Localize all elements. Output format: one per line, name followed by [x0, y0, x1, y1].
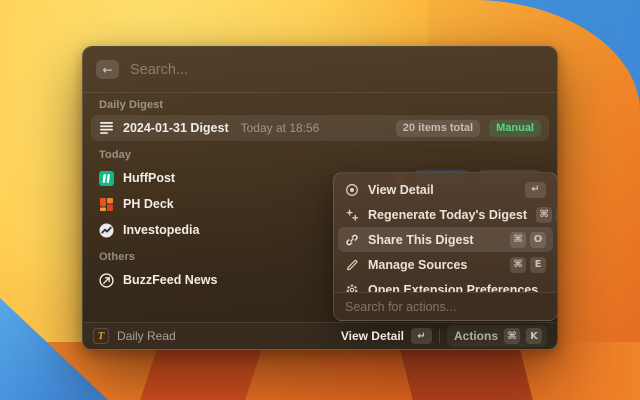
sparkle-plus-icon — [345, 208, 359, 222]
digest-timestamp: Today at 18:56 — [241, 121, 320, 135]
enter-key-badge: ↵ — [411, 328, 432, 344]
menu-item-label: Regenerate Today's Digest — [368, 208, 527, 222]
menu-item-open-preferences[interactable]: Open Extension Preferences — [338, 277, 553, 292]
daily-read-app-icon: T — [93, 328, 109, 344]
pencil-icon — [345, 258, 359, 272]
actions-panel: View Detail ↵ Regenerate Today's Digest … — [333, 172, 558, 321]
source-title: BuzzFeed News — [123, 273, 217, 287]
source-title: Investopedia — [123, 223, 199, 237]
gear-icon — [345, 283, 359, 293]
letter-key-badge: E — [530, 257, 546, 273]
menu-item-share-digest[interactable]: Share This Digest ⌘ O — [338, 227, 553, 252]
actions-label: Actions — [454, 329, 498, 343]
back-button[interactable]: ← — [96, 60, 119, 79]
digest-title: 2024-01-31 Digest — [123, 121, 229, 135]
actions-button[interactable]: Actions ⌘ K — [447, 325, 547, 347]
actions-search-input[interactable] — [345, 300, 546, 314]
section-header-today: Today — [91, 147, 549, 163]
phdeck-logo-icon — [99, 197, 114, 212]
app-name-label: Daily Read — [117, 329, 176, 343]
menu-item-label: Share This Digest — [368, 233, 501, 247]
digest-list-icon — [99, 121, 114, 136]
footer-divider — [439, 329, 440, 343]
menu-item-label: Manage Sources — [368, 258, 501, 272]
source-title: PH Deck — [123, 197, 174, 211]
cmd-key-badge: ⌘ — [510, 232, 526, 248]
section-header-daily-digest: Daily Digest — [91, 97, 549, 113]
huffpost-logo-icon — [99, 171, 114, 186]
status-bar: T Daily Read View Detail ↵ Actions ⌘ K — [83, 322, 557, 349]
menu-item-view-detail[interactable]: View Detail ↵ — [338, 177, 553, 202]
launcher-window: ← Daily Digest 2024-01-31 Digest Today a… — [82, 46, 558, 350]
enter-key-badge: ↵ — [525, 182, 546, 198]
search-input[interactable] — [130, 62, 544, 78]
actions-search-bar — [334, 292, 557, 320]
menu-item-label: View Detail — [368, 183, 516, 197]
menu-item-label: Open Extension Preferences — [368, 283, 546, 293]
source-title: HuffPost — [123, 171, 175, 185]
manual-mode-badge: Manual — [489, 120, 541, 137]
k-key-badge: K — [526, 328, 542, 344]
buzzfeed-logo-icon — [99, 273, 114, 288]
cmd-key-badge: ⌘ — [510, 257, 526, 273]
investopedia-logo-icon — [99, 223, 114, 238]
wallpaper-bottom-band — [40, 342, 640, 400]
cmd-key-badge: ⌘ — [504, 328, 520, 344]
actions-panel-list: View Detail ↵ Regenerate Today's Digest … — [334, 173, 557, 292]
items-count-badge: 20 items total — [396, 120, 480, 137]
menu-item-regenerate[interactable]: Regenerate Today's Digest ⌘ D — [338, 202, 553, 227]
primary-action-button[interactable]: View Detail — [341, 329, 404, 343]
search-bar: ← — [83, 47, 557, 93]
link-icon — [345, 233, 359, 247]
eye-icon — [345, 183, 359, 197]
letter-key-badge: D — [556, 207, 557, 223]
menu-item-manage-sources[interactable]: Manage Sources ⌘ E — [338, 252, 553, 277]
digest-row[interactable]: 2024-01-31 Digest Today at 18:56 20 item… — [91, 115, 549, 141]
letter-key-badge: O — [530, 232, 546, 248]
cmd-key-badge: ⌘ — [536, 207, 552, 223]
